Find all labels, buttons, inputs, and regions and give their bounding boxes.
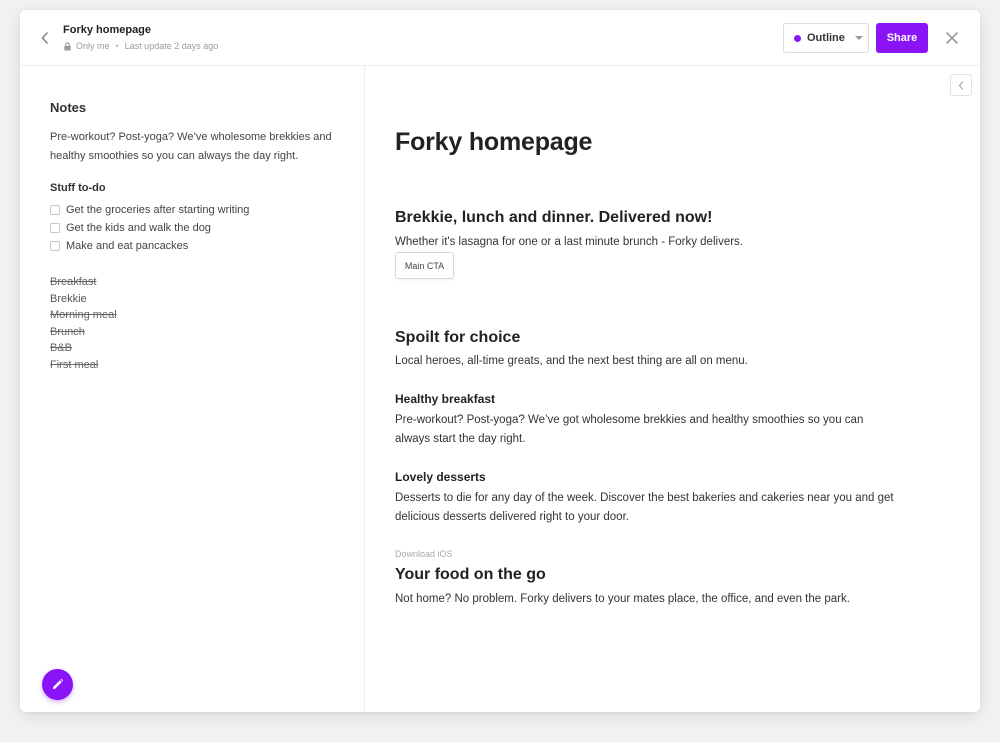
- top-bar: Forky homepage Only me • Last update 2 d…: [20, 10, 980, 66]
- name-item: First meal: [50, 358, 99, 371]
- todo-label: Get the groceries after starting writing: [66, 204, 250, 216]
- meta-separator: •: [115, 41, 119, 51]
- notes-heading: Notes: [50, 100, 87, 115]
- breakfast-text: Pre-workout? Post-yoga? We’ve got wholes…: [395, 414, 864, 445]
- download-label: Download iOS: [395, 549, 453, 559]
- close-icon: [946, 32, 958, 44]
- todo-list: Get the groceries after starting writing…: [50, 201, 249, 255]
- doc-title: Forky homepage: [63, 24, 152, 36]
- back-button[interactable]: [38, 30, 52, 46]
- todo-item: Get the kids and walk the dog: [50, 219, 249, 237]
- document-canvas: Forky homepage Brekkie, lunch and dinner…: [366, 66, 980, 712]
- hero-text: Whether it's lasagna for one or a last m…: [395, 236, 743, 248]
- desserts-text: Desserts to die for any day of the week.…: [395, 492, 894, 523]
- chevron-left-icon: [958, 80, 964, 90]
- todo-label: Get the kids and walk the dog: [66, 222, 211, 234]
- go-heading: Your food on the go: [395, 566, 546, 583]
- notes-panel: Notes Pre-workout? Post-yoga? We’ve whol…: [20, 66, 365, 712]
- name-item: Brekkie: [50, 292, 87, 305]
- todo-label: Make and eat pancackes: [66, 240, 189, 252]
- chevron-left-icon: [41, 32, 48, 44]
- visibility-label: Only me: [76, 41, 110, 51]
- page-title: Forky homepage: [395, 128, 593, 156]
- desserts-heading: Lovely desserts: [395, 470, 486, 484]
- todo-checkbox[interactable]: [50, 223, 60, 233]
- names-list: Breakfast Brekkie Morning meal Brunch B&…: [50, 274, 117, 373]
- outline-label: Outline: [807, 32, 845, 44]
- share-button[interactable]: Share: [876, 23, 928, 53]
- todo-checkbox[interactable]: [50, 205, 60, 215]
- last-update-label: Last update 2 days ago: [124, 41, 219, 51]
- doc-meta: Only me • Last update 2 days ago: [63, 41, 218, 51]
- breakfast-heading: Healthy breakfast: [395, 392, 496, 406]
- go-text: Not home? No problem. Forky delivers to …: [395, 593, 850, 605]
- name-item: Brunch: [50, 325, 85, 338]
- close-button[interactable]: [944, 30, 960, 46]
- pencil-icon: [52, 678, 64, 690]
- name-item: B&B: [50, 342, 73, 354]
- caret-down-icon: [854, 36, 863, 40]
- status-dot: [794, 34, 801, 42]
- name-item: Breakfast: [50, 276, 97, 288]
- todo-item: Make and eat pancackes: [50, 237, 249, 255]
- lock-icon: [64, 41, 71, 51]
- todo-checkbox[interactable]: [50, 241, 60, 251]
- hero-heading: Brekkie, lunch and dinner. Delivered now…: [395, 209, 713, 226]
- todo-item: Get the groceries after starting writing: [50, 201, 249, 219]
- name-item: Morning meal: [50, 309, 117, 321]
- choice-text: Local heroes, all-time greats, and the n…: [395, 355, 748, 367]
- collapse-panel-button[interactable]: [950, 74, 972, 96]
- choice-heading: Spoilt for choice: [395, 329, 521, 346]
- edit-button[interactable]: [42, 669, 73, 700]
- main-cta-button[interactable]: Main CTA: [395, 252, 454, 279]
- app-window: Forky homepage Only me • Last update 2 d…: [20, 10, 980, 712]
- todo-heading: Stuff to-do: [50, 182, 106, 194]
- notes-intro[interactable]: Pre-workout? Post-yoga? We’ve wholesome …: [50, 128, 340, 166]
- outline-dropdown[interactable]: Outline: [783, 23, 869, 53]
